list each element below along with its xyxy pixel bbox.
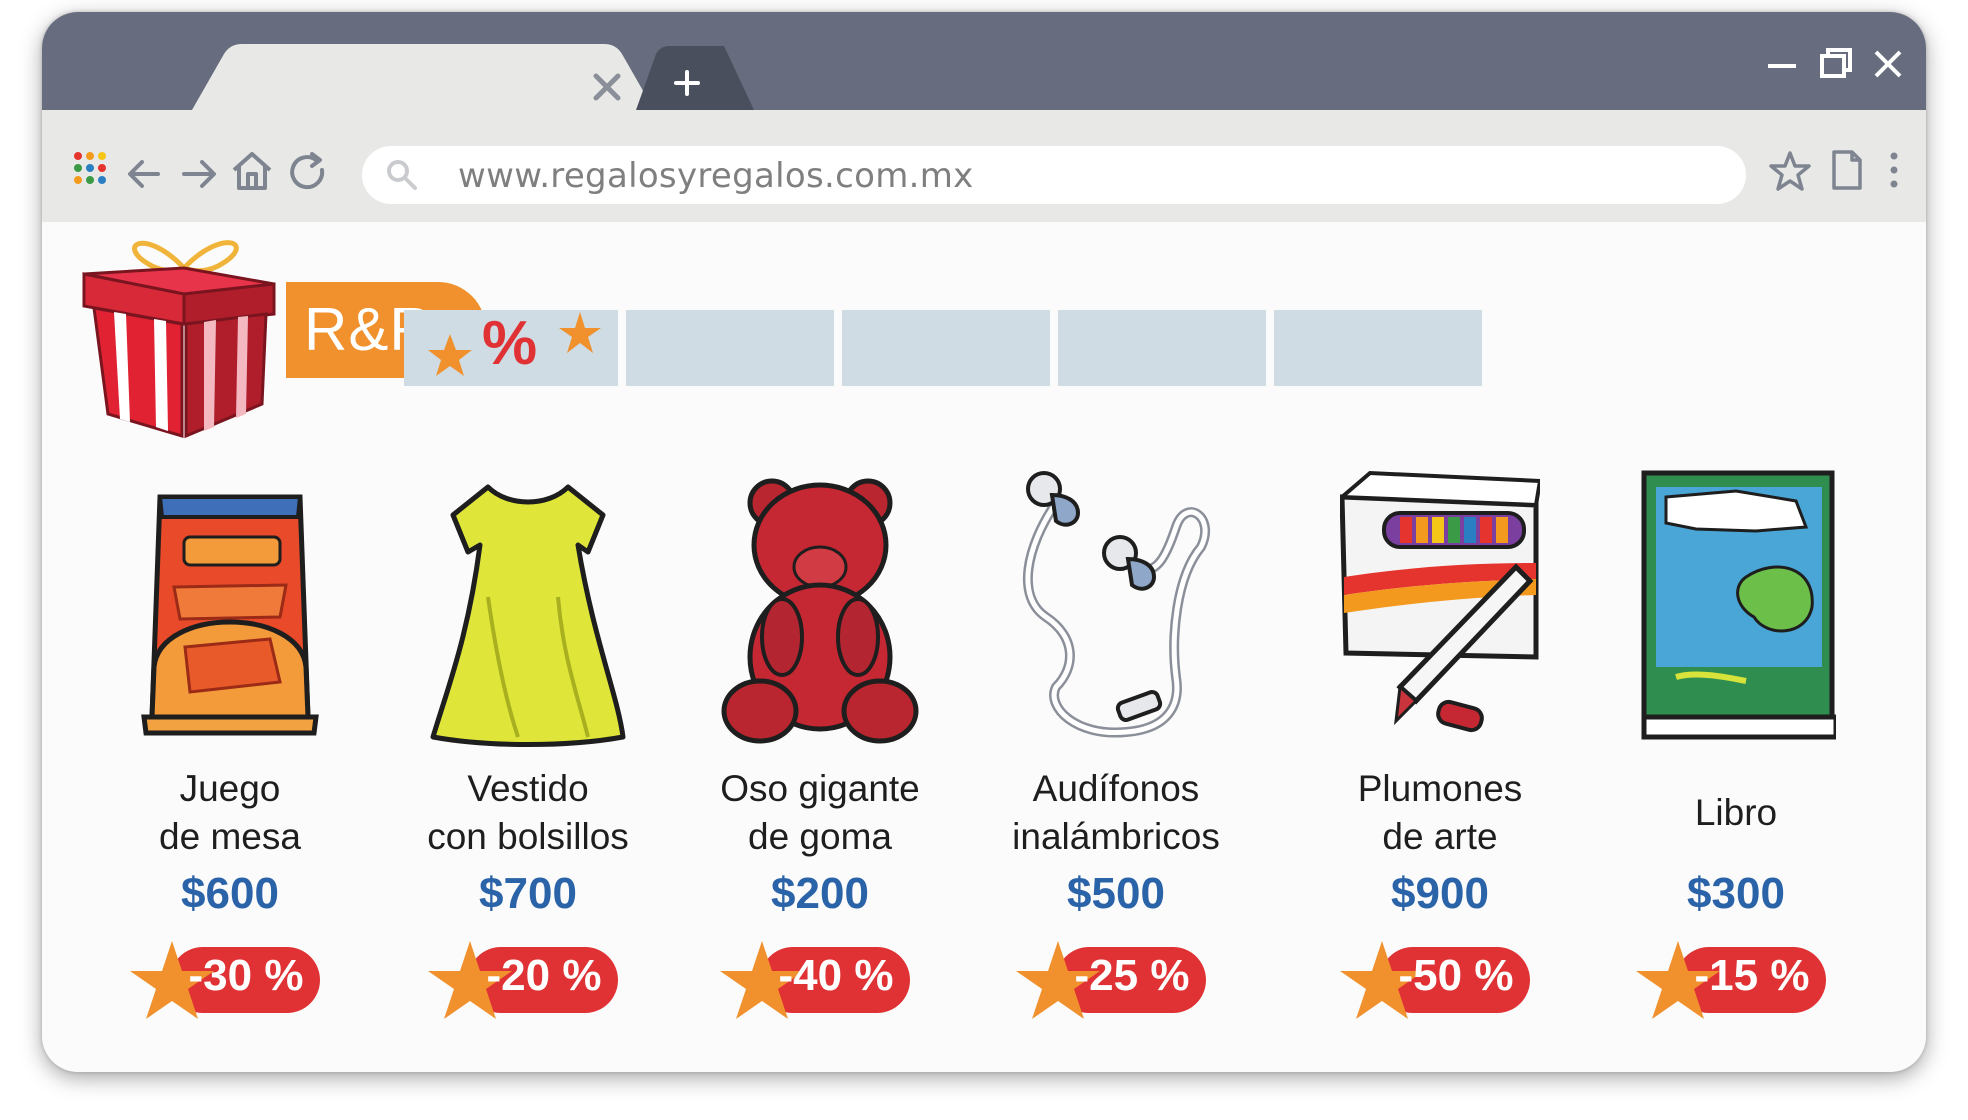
forward-arrow-icon[interactable]	[174, 150, 222, 198]
title-bar	[42, 12, 1926, 110]
product-price: $500	[1067, 869, 1165, 918]
discount-text: -20 %	[486, 951, 602, 1000]
discount-text: -40 %	[778, 951, 894, 1000]
product-price: $700	[479, 869, 577, 918]
product-name-text: Plumones de arte	[1357, 768, 1523, 857]
board-game-icon[interactable]	[130, 467, 330, 757]
reload-icon[interactable]	[284, 148, 332, 196]
discount-badge: -50 %	[1340, 937, 1540, 1019]
product-name[interactable]: Vestido con bolsillos	[378, 763, 678, 863]
page-icon[interactable]	[1822, 146, 1870, 194]
product-name[interactable]: Juego de mesa	[80, 763, 380, 863]
product-price: $600	[181, 869, 279, 918]
product-name-text: Juego de mesa	[159, 768, 301, 857]
apps-grid-icon[interactable]	[66, 144, 114, 192]
home-icon[interactable]	[228, 146, 276, 194]
product-price: $200	[771, 869, 869, 918]
markers-icon[interactable]	[1340, 467, 1540, 757]
active-tab[interactable]	[42, 12, 842, 110]
discount-badge: -20 %	[428, 937, 628, 1019]
discount-text: -50 %	[1398, 951, 1514, 1000]
product-name[interactable]: Libro	[1586, 763, 1886, 863]
nav-item-5[interactable]	[1274, 310, 1482, 386]
nav-item-offers[interactable]: %	[404, 309, 618, 386]
nav-item-2[interactable]	[626, 310, 834, 386]
tab-close-icon[interactable]	[582, 64, 632, 110]
product-price: $900	[1391, 869, 1489, 918]
discount-text: -15 %	[1694, 951, 1810, 1000]
minimize-icon[interactable]	[1760, 42, 1804, 86]
product-name[interactable]: Oso gigante de goma	[670, 763, 970, 863]
earphones-icon[interactable]	[1016, 467, 1216, 757]
discount-badge: -30 %	[130, 937, 330, 1019]
browser-window: www.regalosyregalos.com.mx R&R % Juego d…	[42, 12, 1926, 1072]
dress-icon[interactable]	[428, 467, 628, 757]
window-close-icon[interactable]	[1866, 42, 1910, 86]
discount-badge: -25 %	[1016, 937, 1216, 1019]
discount-badge: -40 %	[720, 937, 920, 1019]
back-arrow-icon[interactable]	[122, 150, 170, 198]
product-name-text: Audífonos inalámbricos	[1012, 768, 1220, 857]
address-bar[interactable]: www.regalosyregalos.com.mx	[362, 146, 1746, 204]
nav-offers-label: %	[482, 309, 538, 378]
product-name-text: Oso gigante de goma	[720, 768, 920, 857]
nav-item-3[interactable]	[842, 310, 1050, 386]
product-name[interactable]: Audífonos inalámbricos	[966, 763, 1266, 863]
restore-icon[interactable]	[1814, 42, 1858, 86]
gummy-bear-icon[interactable]	[720, 467, 920, 757]
product-name-text: Vestido con bolsillos	[427, 768, 629, 857]
product-price: $300	[1687, 869, 1785, 918]
search-icon	[387, 160, 417, 190]
discount-text: -25 %	[1074, 951, 1190, 1000]
gift-box-icon[interactable]	[74, 226, 304, 446]
bookmark-star-icon[interactable]	[1766, 148, 1814, 196]
new-tab-plus-icon[interactable]	[662, 60, 712, 106]
product-name[interactable]: Plumones de arte	[1290, 763, 1590, 863]
discount-text: -30 %	[188, 951, 304, 1000]
product-name-text: Libro	[1694, 792, 1778, 833]
discount-badge: -15 %	[1636, 937, 1836, 1019]
url-text[interactable]: www.regalosyregalos.com.mx	[458, 156, 974, 196]
nav-item-4[interactable]	[1058, 310, 1266, 386]
book-icon[interactable]	[1636, 467, 1836, 757]
menu-dots-icon[interactable]	[1870, 146, 1918, 194]
